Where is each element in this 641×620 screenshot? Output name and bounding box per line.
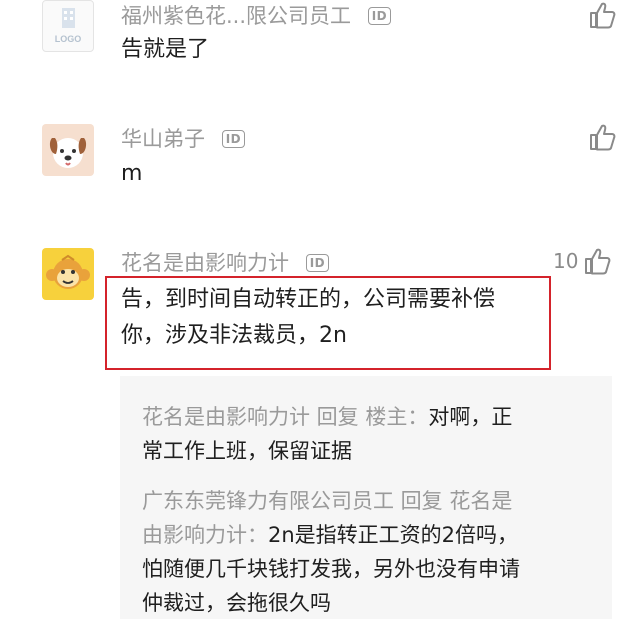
reply-text: 对啊，正 [428, 405, 513, 429]
dog-face-icon [49, 138, 87, 168]
reply-text: 2n是指转正工资的2倍吗， [268, 523, 519, 547]
reply-2-line-4: 仲裁过，会拖很久吗 [142, 591, 331, 615]
company-logo-avatar[interactable]: LOGO [42, 0, 94, 52]
like-count: 10 [553, 249, 579, 273]
like-button[interactable] [583, 0, 617, 30]
like-button[interactable]: 10 [553, 246, 612, 276]
thumbs-up-icon [585, 248, 611, 275]
reply-2[interactable]: 广东东莞锋力有限公司员工 回复 花名是 由影响力计：2n是指转正工资的2倍吗， … [142, 484, 612, 620]
reply-author-cont[interactable]: 由影响力计： [142, 523, 268, 547]
monkey-face-icon [46, 254, 90, 289]
comment-text: m [121, 161, 143, 186]
comment-author[interactable]: 华山弟子 ID [121, 125, 246, 153]
id-badge: ID [305, 254, 330, 272]
building-icon: LOGO [55, 8, 82, 44]
reply-author[interactable]: 广东东莞锋力有限公司员工 回复 花名是 [142, 484, 612, 518]
thumbs-up-icon [590, 124, 616, 151]
comment-text-line-2: 你，涉及非法裁员，2n [121, 323, 347, 348]
id-badge: ID [221, 130, 246, 148]
id-badge: ID [367, 7, 392, 25]
author-name[interactable]: 华山弟子 [121, 127, 205, 151]
thumbs-up-icon [590, 2, 616, 29]
comment-1: LOGO 福州紫色花...限公司员工 ID 告就是了 [0, 0, 641, 110]
author-name[interactable]: 花名是由影响力计 [121, 251, 289, 275]
reply-1-line-2: 常工作上班，保留证据 [142, 439, 352, 463]
dog-avatar[interactable] [42, 124, 94, 176]
reply-2-line-3: 怕随便几千块钱打发我，另外也没有申请 [142, 557, 520, 581]
reply-2-line-2: 由影响力计：2n是指转正工资的2倍吗， [142, 518, 612, 552]
reply-1[interactable]: 花名是由影响力计 回复 楼主：对啊，正 常工作上班，保留证据 [142, 400, 602, 468]
comment-2: 华山弟子 ID m [0, 120, 641, 230]
like-button[interactable] [583, 122, 617, 152]
comment-text-line-1: 告，到时间自动转正的，公司需要补偿 [121, 287, 496, 312]
comment-author[interactable]: 花名是由影响力计 ID [121, 249, 330, 277]
author-name[interactable]: 福州紫色花...限公司员工 [121, 4, 351, 28]
svg-text:LOGO: LOGO [55, 34, 82, 44]
replies-container: 花名是由影响力计 回复 楼主：对啊，正 常工作上班，保留证据 广东东莞锋力有限公… [120, 376, 612, 619]
reply-author[interactable]: 花名是由影响力计 回复 楼主： [142, 405, 428, 429]
comment-author[interactable]: 福州紫色花...限公司员工 ID [121, 2, 392, 30]
comment-text: 告就是了 [121, 37, 210, 62]
monkey-avatar[interactable] [42, 248, 94, 300]
reply-1-line-1: 花名是由影响力计 回复 楼主：对啊，正 [142, 400, 602, 434]
